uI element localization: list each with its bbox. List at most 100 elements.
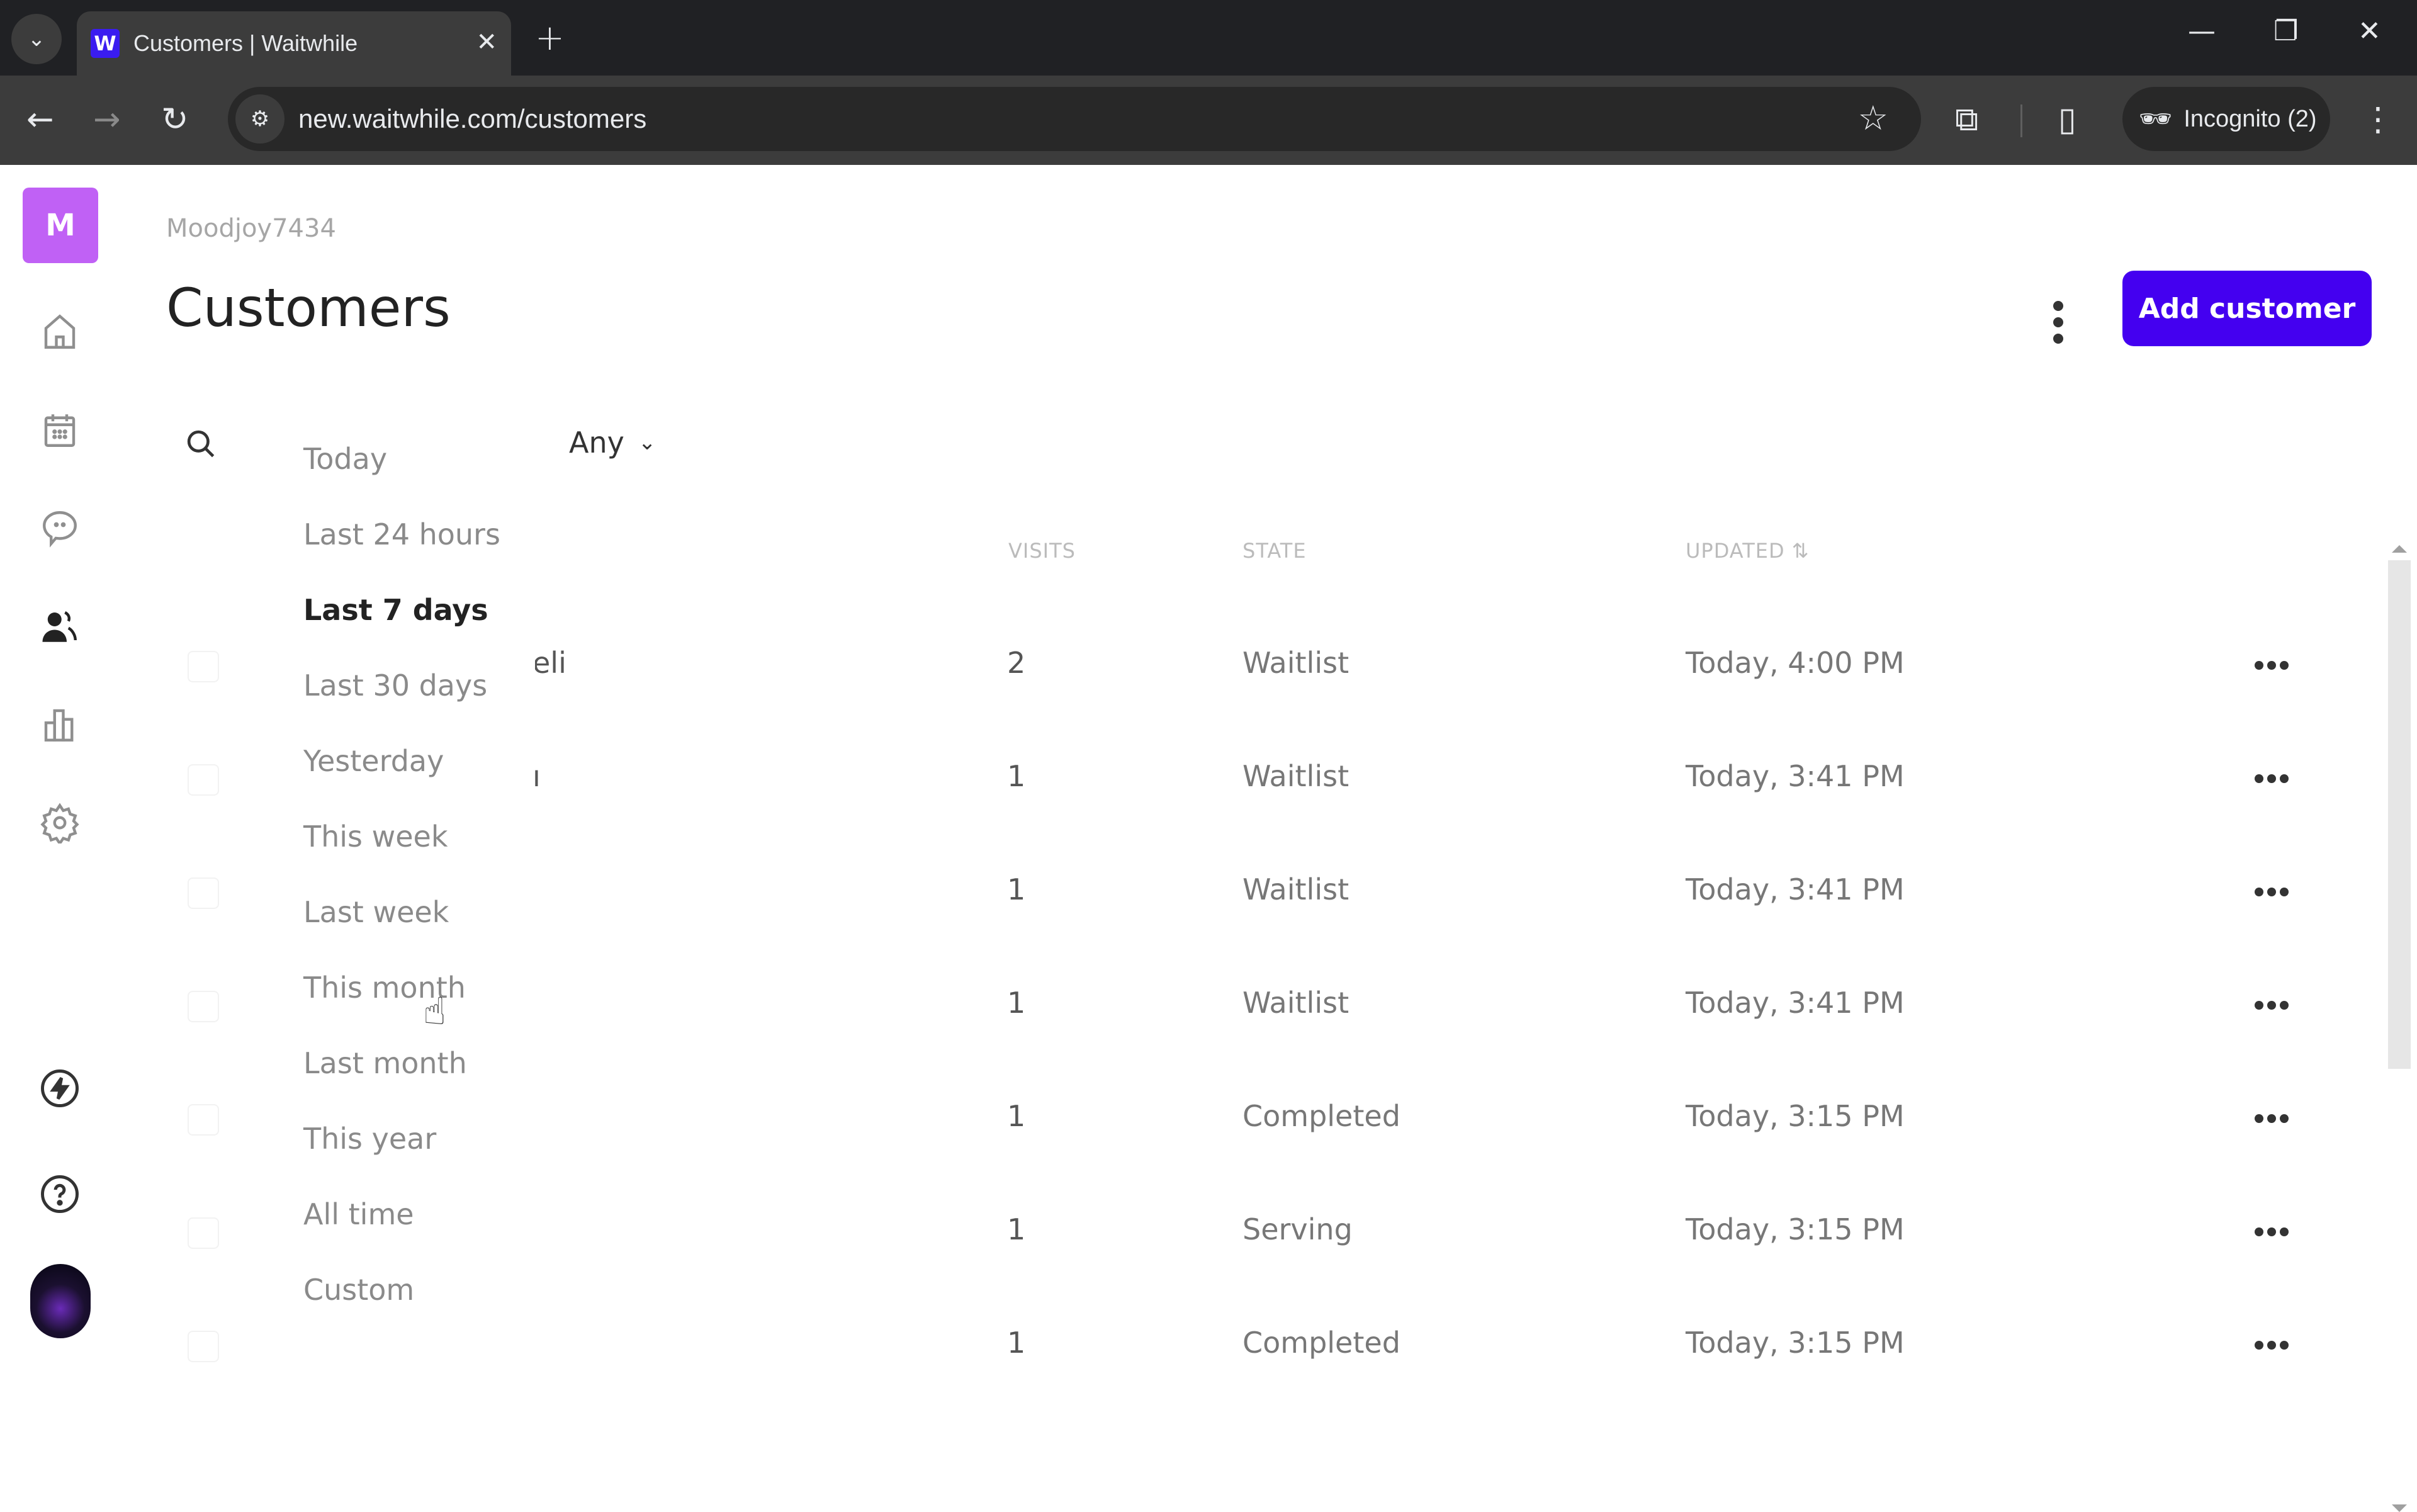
state-cell: Completed bbox=[1242, 1326, 1400, 1360]
home-icon bbox=[44, 314, 76, 349]
sidebar-item-customers[interactable] bbox=[37, 603, 83, 650]
minimize-icon[interactable]: — bbox=[2188, 15, 2216, 47]
column-header-updated[interactable]: UPDATED ⇅ bbox=[1686, 539, 1810, 563]
reload-icon[interactable]: ↻ bbox=[161, 101, 189, 138]
row-checkbox[interactable] bbox=[188, 1217, 219, 1249]
any-filter-label: Any bbox=[569, 426, 624, 460]
site-info-icon[interactable]: ⚙ bbox=[235, 94, 285, 144]
visits-cell: 1 bbox=[1007, 1212, 1026, 1246]
incognito-icon: 🕶 bbox=[2139, 103, 2173, 133]
tab-title: Customers | Waitwhile bbox=[133, 30, 358, 56]
visits-cell: 1 bbox=[1007, 986, 1026, 1020]
column-header-visits[interactable]: VISITS bbox=[1008, 539, 1076, 563]
state-cell: Serving bbox=[1242, 1212, 1353, 1246]
hand-cursor-icon: ☝ bbox=[423, 990, 446, 1034]
sidebar-item-settings[interactable] bbox=[37, 799, 83, 846]
search-button[interactable] bbox=[184, 427, 219, 465]
toolbar-divider bbox=[2020, 104, 2022, 137]
side-panel-icon[interactable]: ▯ bbox=[2058, 101, 2076, 138]
chat-icon bbox=[43, 511, 77, 548]
menu-item-this-year[interactable]: This year bbox=[303, 1122, 436, 1156]
state-cell: Waitlist bbox=[1242, 759, 1349, 793]
customer-name[interactable]: eli bbox=[532, 646, 566, 680]
chevron-down-icon: ⌄ bbox=[27, 26, 46, 52]
restore-icon[interactable]: ❐ bbox=[2273, 15, 2298, 47]
menu-item-last-30-days[interactable]: Last 30 days bbox=[303, 669, 487, 702]
any-filter-dropdown[interactable]: Any ⌄ bbox=[569, 426, 656, 460]
scrollbar-thumb[interactable] bbox=[2388, 560, 2411, 1069]
lightning-icon bbox=[41, 1069, 79, 1107]
state-cell: Waitlist bbox=[1242, 986, 1349, 1020]
row-checkbox[interactable] bbox=[188, 877, 219, 909]
menu-item-last-24-hours[interactable]: Last 24 hours bbox=[303, 517, 500, 551]
updated-cell: Today, 3:41 PM bbox=[1686, 872, 1905, 906]
bar-chart-icon bbox=[44, 709, 74, 742]
close-window-icon[interactable]: ✕ bbox=[2358, 15, 2381, 47]
updated-cell: Today, 3:15 PM bbox=[1686, 1099, 1905, 1133]
scroll-up-arrow-icon[interactable] bbox=[2392, 545, 2407, 553]
chrome-menu-kebab-icon[interactable]: ⋮ bbox=[2362, 101, 2394, 138]
sidebar-item-analytics[interactable] bbox=[37, 701, 83, 748]
row-more-options-button[interactable] bbox=[2255, 1341, 2289, 1350]
row-more-options-button[interactable] bbox=[2255, 774, 2289, 783]
visits-cell: 1 bbox=[1007, 1099, 1026, 1133]
sidebar-item-help[interactable] bbox=[37, 1171, 83, 1217]
row-more-options-button[interactable] bbox=[2255, 1227, 2289, 1236]
menu-item-last-week[interactable]: Last week bbox=[303, 895, 449, 929]
incognito-badge[interactable]: 🕶 Incognito (2) bbox=[2122, 87, 2330, 151]
tab-search-button[interactable]: ⌄ bbox=[11, 14, 62, 64]
sort-icon: ⇅ bbox=[1791, 539, 1810, 563]
menu-item-yesterday[interactable]: Yesterday bbox=[303, 744, 444, 778]
sidebar-item-calendar[interactable] bbox=[37, 407, 83, 453]
new-tab-button[interactable]: + bbox=[535, 18, 565, 59]
date-range-menu: Today Last 24 hours Last 7 days Last 30 day… bbox=[290, 442, 535, 1361]
gear-icon bbox=[40, 803, 79, 843]
org-avatar[interactable]: M bbox=[23, 188, 98, 263]
back-arrow-icon[interactable]: ← bbox=[26, 101, 54, 138]
calendar-icon bbox=[44, 414, 76, 447]
chevron-down-icon: ⌄ bbox=[638, 430, 656, 455]
help-icon bbox=[41, 1175, 79, 1213]
state-cell: Waitlist bbox=[1242, 646, 1349, 680]
add-customer-button[interactable]: Add customer bbox=[2122, 271, 2372, 346]
row-more-options-button[interactable] bbox=[2255, 661, 2289, 670]
row-more-options-button[interactable] bbox=[2255, 1001, 2289, 1010]
users-icon bbox=[42, 611, 77, 642]
column-header-state[interactable]: STATE bbox=[1242, 539, 1307, 563]
state-cell: Completed bbox=[1242, 1099, 1400, 1133]
sidebar-item-home[interactable] bbox=[37, 308, 83, 355]
browser-tab-active[interactable]: W Customers | Waitwhile ✕ bbox=[77, 11, 511, 76]
menu-item-last-7-days[interactable]: Last 7 days bbox=[303, 593, 488, 627]
browser-tab-strip: ⌄ W Customers | Waitwhile ✕ + — ❐ ✕ bbox=[0, 0, 2417, 76]
scroll-down-arrow-icon[interactable] bbox=[2392, 1504, 2407, 1512]
row-more-options-button[interactable] bbox=[2255, 888, 2289, 896]
more-options-button[interactable] bbox=[2039, 291, 2077, 354]
url-text[interactable]: new.waitwhile.com/customers bbox=[298, 104, 646, 134]
page-title: Customers bbox=[166, 277, 451, 339]
menu-item-last-month[interactable]: Last month bbox=[303, 1046, 467, 1080]
close-tab-icon[interactable]: ✕ bbox=[476, 28, 497, 57]
menu-item-this-week[interactable]: This week bbox=[303, 820, 448, 854]
visits-cell: 1 bbox=[1007, 1326, 1026, 1360]
state-cell: Waitlist bbox=[1242, 872, 1349, 906]
row-checkbox[interactable] bbox=[188, 991, 219, 1022]
updated-cell: Today, 3:15 PM bbox=[1686, 1326, 1905, 1360]
extensions-puzzle-icon[interactable]: ⧉ bbox=[1955, 101, 1978, 139]
row-checkbox[interactable] bbox=[188, 1331, 219, 1362]
sidebar-item-whats-new[interactable] bbox=[37, 1065, 83, 1112]
row-checkbox[interactable] bbox=[188, 764, 219, 796]
row-checkbox[interactable] bbox=[188, 651, 219, 682]
org-name: Moodjoy7434 bbox=[166, 214, 336, 243]
forward-arrow-icon[interactable]: → bbox=[93, 101, 121, 138]
menu-item-custom[interactable]: Custom bbox=[303, 1273, 414, 1307]
row-more-options-button[interactable] bbox=[2255, 1114, 2289, 1123]
updated-cell: Today, 3:41 PM bbox=[1686, 986, 1905, 1020]
address-bar[interactable]: ⚙ new.waitwhile.com/customers ☆ bbox=[228, 87, 1921, 151]
menu-item-today[interactable]: Today bbox=[303, 442, 387, 476]
row-checkbox[interactable] bbox=[188, 1104, 219, 1136]
browser-toolbar: ← → ↻ ⚙ new.waitwhile.com/customers ☆ ⧉ … bbox=[0, 76, 2417, 165]
profile-avatar[interactable] bbox=[30, 1264, 91, 1338]
bookmark-star-icon[interactable]: ☆ bbox=[1858, 98, 1888, 138]
sidebar-item-messages[interactable] bbox=[37, 505, 83, 551]
menu-item-all-time[interactable]: All time bbox=[303, 1197, 414, 1231]
